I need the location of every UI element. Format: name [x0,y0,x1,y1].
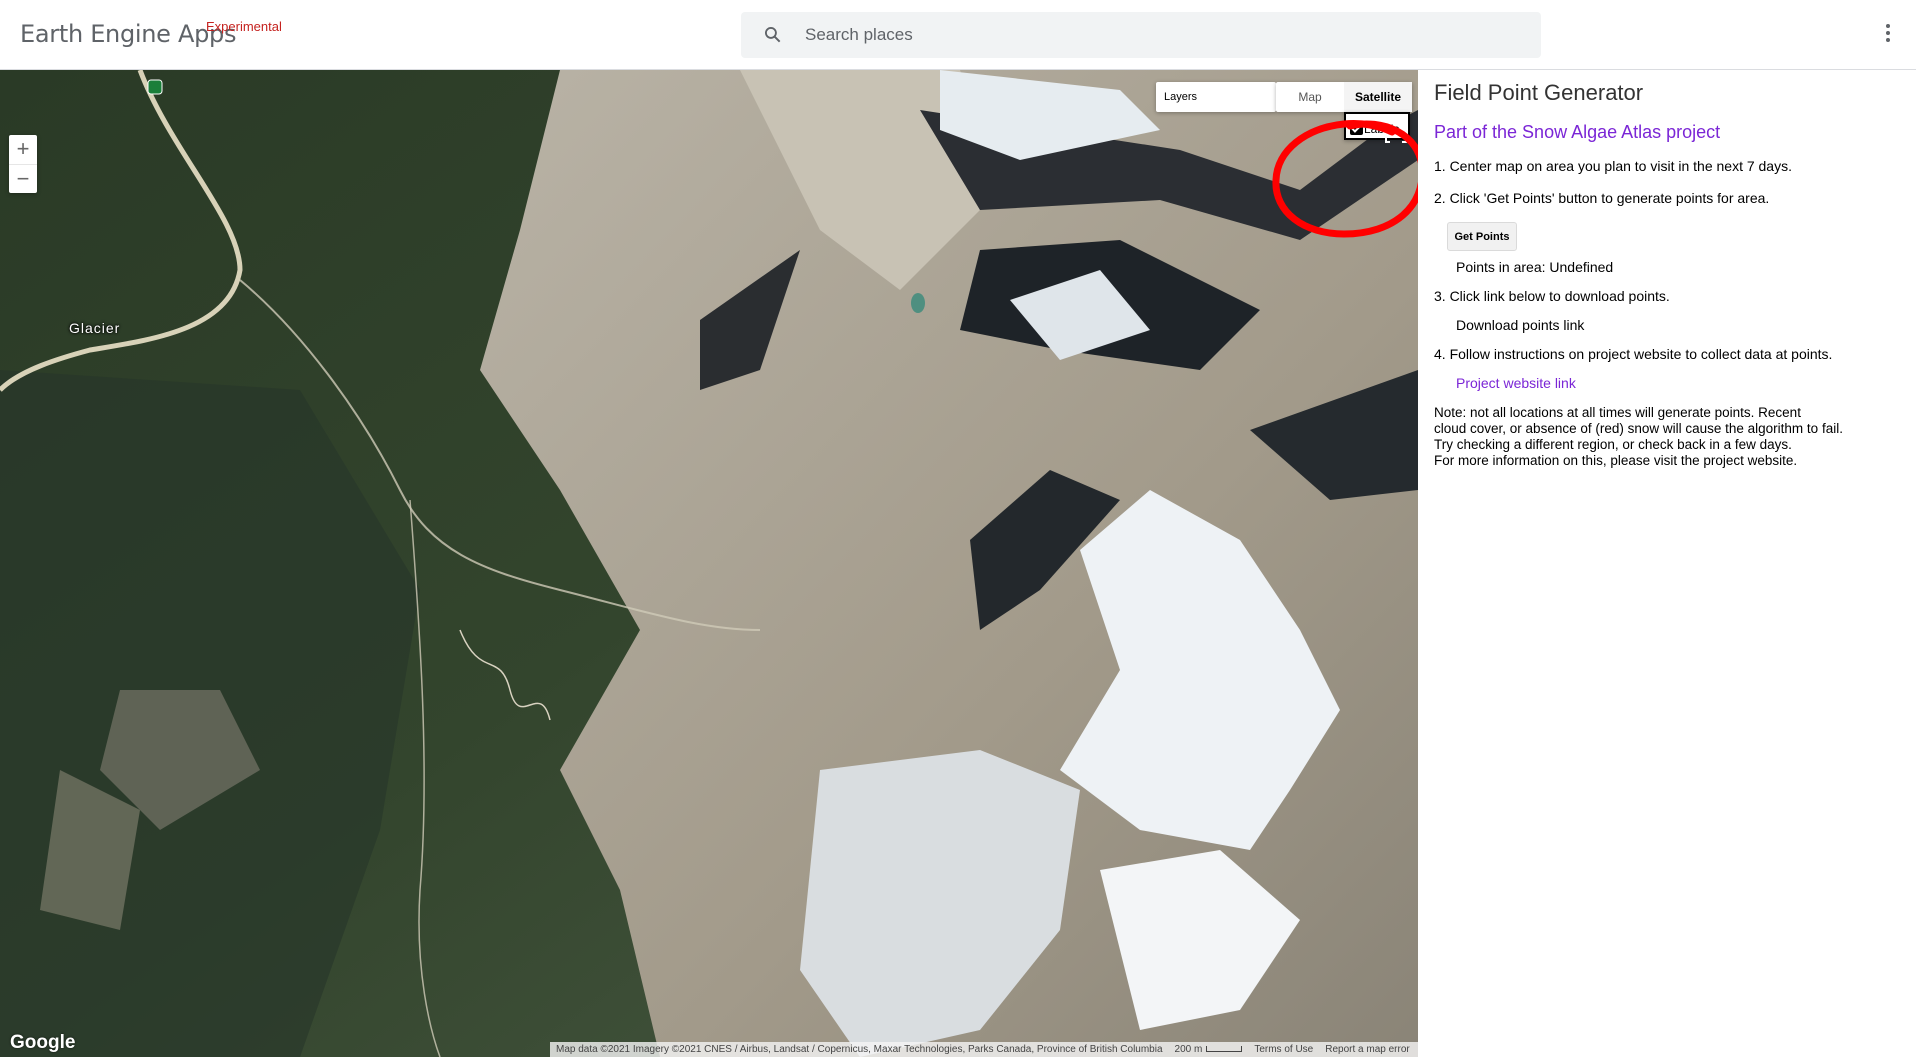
search-input[interactable] [805,12,1505,58]
google-logo: Google [10,1032,76,1053]
step-3: 3. Click link below to download points. [1434,288,1670,304]
zoom-out-button[interactable]: − [9,164,37,193]
panel-title: Field Point Generator [1434,80,1644,105]
note-line: For more information on this, please vis… [1434,453,1798,468]
step-1: 1. Center map on area you plan to visit … [1434,158,1792,174]
get-points-button[interactable]: Get Points [1447,222,1517,251]
search-icon[interactable] [763,25,783,45]
red-circle-annotation [1272,120,1418,238]
map-scale[interactable]: 200 m [1175,1044,1243,1055]
note-text: Note: not all locations at all times wil… [1434,405,1904,469]
zoom-control: + − [9,135,37,193]
map-type-satellite-button[interactable]: Satellite [1344,82,1412,112]
note-line: cloud cover, or absence of (red) snow wi… [1434,421,1843,436]
report-error-link[interactable]: Report a map error [1325,1044,1409,1055]
zoom-in-button[interactable]: + [9,135,37,164]
map-attribution: Map data ©2021 Imagery ©2021 CNES / Airb… [556,1044,1163,1055]
satellite-imagery [0,70,1418,1057]
layers-button[interactable]: Layers [1156,82,1276,112]
step-4: 4. Follow instructions on project websit… [1434,346,1833,362]
map-attribution-bar: Map data ©2021 Imagery ©2021 CNES / Airb… [550,1042,1418,1057]
terms-link[interactable]: Terms of Use [1254,1044,1313,1055]
tool-panel: Field Point Generator Part of the Snow A… [1418,70,1916,1057]
app-header: Earth Engine Apps Experimental [0,0,1916,70]
project-website-link[interactable]: Project website link [1456,375,1576,391]
more-vert-icon[interactable] [1884,22,1892,48]
download-points-link[interactable]: Download points link [1456,317,1584,333]
search-box[interactable] [741,12,1541,58]
step-2: 2. Click 'Get Points' button to generate… [1434,190,1770,206]
map-type-control: Map Satellite [1276,82,1412,112]
map-canvas[interactable]: Glacier + − Layers Map Satellite Labels … [0,70,1418,1057]
experimental-tag: Experimental [206,19,282,34]
project-link[interactable]: Part of the Snow Algae Atlas project [1434,122,1720,143]
map-place-label: Glacier [69,320,121,336]
points-in-area: Points in area: Undefined [1456,259,1614,275]
app-name[interactable]: Earth Engine Apps [20,20,236,48]
note-line: Try checking a different region, or chec… [1434,437,1792,452]
note-line: Note: not all locations at all times wil… [1434,405,1801,420]
map-type-map-button[interactable]: Map [1276,82,1344,112]
